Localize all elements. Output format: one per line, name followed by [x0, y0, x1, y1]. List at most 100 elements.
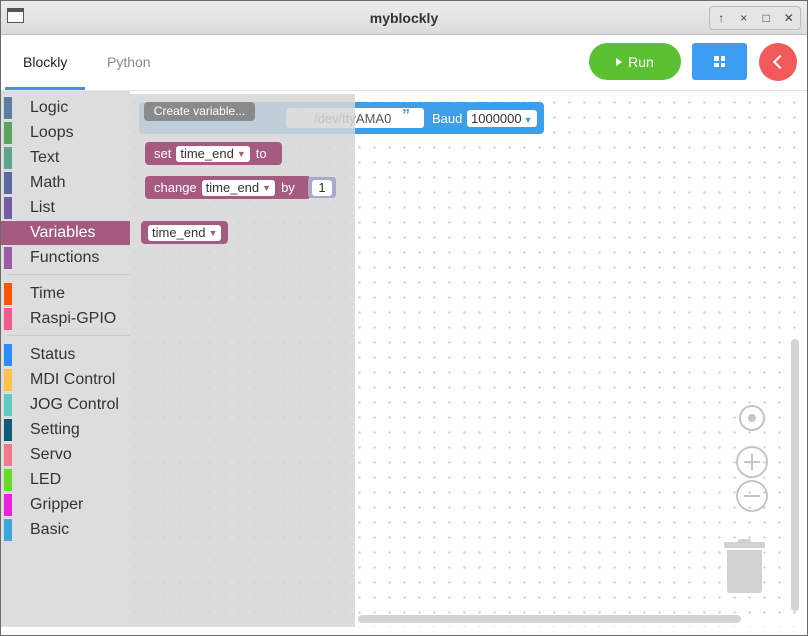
- category-color-bar: [4, 308, 12, 330]
- toolbox-category-mdi-control[interactable]: MDI Control: [1, 368, 130, 392]
- create-variable-button[interactable]: Create variable...: [144, 102, 255, 121]
- app-header: Blockly Python Run: [1, 35, 807, 91]
- category-color-bar: [4, 247, 12, 269]
- toolbox-category-servo[interactable]: Servo: [1, 443, 130, 467]
- vertical-scrollbar[interactable]: [791, 339, 799, 611]
- variable-dropdown[interactable]: time_end ▼: [176, 145, 250, 162]
- window-controls: ↑ × □ ✕: [709, 6, 801, 30]
- variable-dropdown[interactable]: time_end ▼: [148, 224, 222, 241]
- category-label: Status: [30, 346, 76, 363]
- toolbox-category-loops[interactable]: Loops: [1, 121, 130, 145]
- toolbox-category-status[interactable]: Status: [1, 343, 130, 367]
- change-label: change: [154, 180, 197, 195]
- category-label: Text: [30, 149, 60, 166]
- change-variable-block[interactable]: change time_end ▼ by: [145, 176, 311, 199]
- set-label: set: [154, 146, 172, 161]
- category-color-bar: [4, 494, 12, 516]
- variable-getter-block[interactable]: time_end ▼: [141, 221, 228, 244]
- category-label: LED: [30, 471, 62, 488]
- zoom-in-icon[interactable]: [736, 446, 768, 478]
- title-bar: myblockly ↑ × □ ✕: [1, 1, 807, 35]
- toolbox-separator: [7, 274, 130, 275]
- dropdown-arrow-icon: ▼: [523, 115, 533, 125]
- category-color-bar: [4, 197, 12, 219]
- tab-blockly[interactable]: Blockly: [23, 54, 67, 70]
- variable-dropdown[interactable]: time_end ▼: [201, 179, 276, 196]
- toolbox-category-jog-control[interactable]: JOG Control: [1, 393, 130, 417]
- category-color-bar: [4, 469, 12, 491]
- number-value[interactable]: 1: [312, 179, 332, 196]
- category-label: Gripper: [30, 496, 84, 513]
- category-label: Setting: [30, 421, 80, 438]
- variable-name: time_end: [205, 179, 260, 195]
- to-label: to: [255, 146, 267, 161]
- category-label: Logic: [30, 99, 69, 116]
- grid-icon: [714, 56, 725, 67]
- category-color-bar: [4, 147, 12, 169]
- active-tab-indicator: [5, 87, 85, 90]
- dropdown-arrow-icon: ▼: [236, 148, 246, 159]
- category-color-bar: [4, 369, 12, 391]
- dropdown-arrow-icon: ▼: [262, 182, 272, 193]
- category-label: Raspi-GPIO: [30, 310, 117, 327]
- close-quote-icon: ”: [402, 107, 410, 124]
- toolbox-category-led[interactable]: LED: [1, 468, 130, 492]
- toolbox-category-math[interactable]: Math: [1, 171, 130, 195]
- category-label: JOG Control: [30, 396, 119, 413]
- close-button[interactable]: ✕: [780, 11, 798, 25]
- category-color-bar: [4, 344, 12, 366]
- category-label: Functions: [30, 249, 100, 266]
- toolbox-category-functions[interactable]: Functions: [1, 246, 130, 270]
- toolbox-category-raspi-gpio[interactable]: Raspi-GPIO: [1, 307, 130, 331]
- variable-name: time_end: [152, 224, 206, 240]
- baud-dropdown[interactable]: 1000000 ▼: [467, 110, 537, 127]
- app-window: myblockly ↑ × □ ✕ Blockly Python Run “ /…: [0, 0, 808, 636]
- run-label: Run: [628, 53, 654, 70]
- grid-button[interactable]: [692, 43, 747, 80]
- tab-python[interactable]: Python: [107, 54, 151, 70]
- flyout-panel: [130, 94, 355, 627]
- category-color-bar: [4, 122, 12, 144]
- baud-value: 1000000: [471, 111, 522, 126]
- toolbox-category-basic[interactable]: Basic: [1, 518, 130, 542]
- category-label: Math: [30, 174, 66, 191]
- recenter-icon[interactable]: [739, 405, 765, 431]
- by-label: by: [281, 180, 295, 195]
- category-color-bar: [4, 222, 12, 244]
- toolbox-category-time[interactable]: Time: [1, 282, 130, 306]
- toolbox-separator: [7, 335, 130, 336]
- category-color-bar: [4, 283, 12, 305]
- dropdown-arrow-icon: ▼: [208, 227, 218, 238]
- set-variable-block[interactable]: set time_end ▼ to: [145, 142, 282, 165]
- maximize-button[interactable]: □: [757, 11, 775, 25]
- back-button[interactable]: [759, 43, 797, 81]
- trash-icon[interactable]: [724, 539, 765, 595]
- category-color-bar: [4, 519, 12, 541]
- category-label: List: [30, 199, 55, 216]
- baud-label: Baud: [432, 111, 463, 126]
- number-block[interactable]: 1: [308, 177, 336, 198]
- horizontal-scrollbar[interactable]: [358, 615, 741, 623]
- toolbox-category-list[interactable]: List: [1, 196, 130, 220]
- category-label: Servo: [30, 446, 72, 463]
- keep-above-button[interactable]: ↑: [712, 11, 730, 25]
- category-label: Time: [30, 285, 65, 302]
- category-color-bar: [4, 419, 12, 441]
- play-icon: [616, 57, 623, 66]
- category-label: Basic: [30, 521, 70, 538]
- toolbox-category-gripper[interactable]: Gripper: [1, 493, 130, 517]
- toolbox-category-setting[interactable]: Setting: [1, 418, 130, 442]
- minimize-button[interactable]: ×: [735, 11, 753, 25]
- toolbox-category-text[interactable]: Text: [1, 146, 130, 170]
- category-label: Loops: [30, 124, 74, 141]
- category-color-bar: [4, 172, 12, 194]
- window-title: myblockly: [369, 10, 439, 26]
- category-label: MDI Control: [30, 371, 116, 388]
- category-label: Variables: [30, 224, 96, 241]
- run-button[interactable]: Run: [589, 43, 681, 80]
- category-color-bar: [4, 97, 12, 119]
- toolbox-category-variables[interactable]: Variables: [1, 221, 130, 245]
- zoom-out-icon[interactable]: [736, 480, 768, 512]
- toolbox-category-logic[interactable]: Logic: [1, 96, 130, 120]
- variable-name: time_end: [180, 145, 234, 161]
